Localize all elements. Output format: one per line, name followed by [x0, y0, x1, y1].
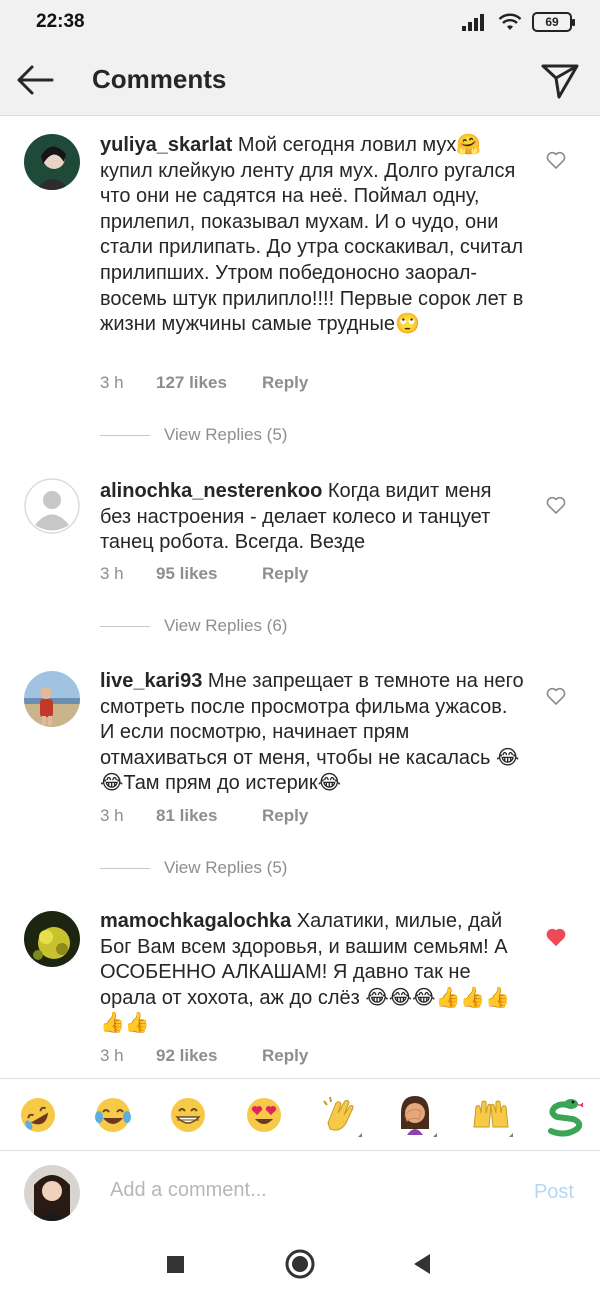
heart-filled-icon	[546, 928, 566, 946]
comment-meta: 3 h 81 likes Reply	[100, 806, 308, 826]
comment-text: alinochka_nesterenkoo Когда видит меня б…	[100, 479, 525, 556]
share-button[interactable]	[538, 58, 582, 102]
current-user-avatar	[24, 1165, 80, 1221]
status-icons: 69	[462, 12, 575, 32]
page-title: Comments	[92, 64, 227, 94]
heart-outline-icon	[546, 151, 566, 169]
avatar[interactable]	[24, 911, 80, 967]
divider	[100, 434, 150, 436]
view-replies[interactable]: View Replies (5)	[100, 425, 287, 445]
comment-username[interactable]: mamochkagalochka	[100, 910, 291, 932]
like-button[interactable]	[544, 493, 568, 517]
snake-icon[interactable]	[543, 1093, 587, 1137]
like-button[interactable]	[544, 148, 568, 172]
signal-icon	[462, 14, 484, 31]
post-button[interactable]: Post	[534, 1181, 574, 1204]
comment-likes[interactable]: 92 likes	[156, 1046, 262, 1066]
divider	[100, 625, 150, 627]
comment-content: Мой сегодня ловил мух🤗 купил клейкую лен…	[100, 134, 524, 336]
like-button[interactable]	[544, 925, 568, 949]
recents-button[interactable]	[157, 1246, 193, 1282]
header: Comments	[0, 44, 600, 116]
battery-icon: 69	[532, 12, 575, 32]
comment-time: 3 h	[100, 1046, 124, 1065]
view-replies[interactable]: View Replies (5)	[100, 858, 287, 878]
paper-plane-icon	[541, 64, 579, 99]
avatar[interactable]	[24, 671, 80, 727]
comment-composer: Post	[0, 1150, 600, 1230]
avatar[interactable]	[24, 134, 80, 190]
view-replies-label: View Replies (5)	[164, 425, 288, 444]
woman-facepalming-icon[interactable]	[393, 1093, 437, 1137]
comment-meta: 3 h 127 likes Reply	[100, 373, 308, 393]
system-nav-bar	[0, 1230, 600, 1298]
heart-outline-icon	[546, 496, 566, 514]
tears-of-joy-icon[interactable]	[91, 1093, 135, 1137]
avatar-image	[24, 134, 80, 190]
wifi-icon	[498, 13, 522, 30]
avatar-image	[24, 911, 80, 967]
reply-button[interactable]: Reply	[262, 1046, 308, 1066]
reply-button[interactable]: Reply	[262, 564, 308, 584]
avatar-image	[24, 1165, 80, 1221]
rolling-on-floor-laughing-icon[interactable]	[16, 1093, 60, 1137]
comment-username[interactable]: live_kari93	[100, 670, 202, 692]
view-replies-label: View Replies (5)	[164, 858, 288, 877]
heart-outline-icon	[546, 687, 566, 705]
comment-likes[interactable]: 95 likes	[156, 564, 262, 584]
view-replies-label: View Replies (6)	[164, 616, 288, 635]
battery-level: 69	[545, 15, 559, 29]
circle-icon	[285, 1249, 315, 1279]
like-button[interactable]	[544, 684, 568, 708]
triangle-back-icon	[414, 1254, 430, 1274]
comment-time: 3 h	[100, 373, 124, 392]
clapping-hands-icon[interactable]	[318, 1093, 362, 1137]
raising-hands-icon[interactable]	[469, 1093, 513, 1137]
comment-meta: 3 h 95 likes Reply	[100, 564, 308, 584]
status-time: 22:38	[36, 11, 85, 32]
status-bar: 22:38 69	[0, 0, 600, 44]
comment-likes[interactable]: 127 likes	[156, 373, 262, 393]
heart-eyes-icon[interactable]	[242, 1093, 286, 1137]
comment-username[interactable]: yuliya_skarlat	[100, 134, 232, 156]
comment-text: yuliya_skarlat Мой сегодня ловил мух🤗 ку…	[100, 133, 525, 338]
home-button[interactable]	[282, 1246, 318, 1282]
emoji-bar	[0, 1078, 600, 1150]
back-arrow-icon	[17, 65, 54, 95]
divider	[100, 867, 150, 869]
comment-text: mamochkagalochka Халатики, милые, дай Бо…	[100, 909, 525, 1037]
comment-time: 3 h	[100, 564, 124, 583]
grinning-face-icon[interactable]	[166, 1093, 210, 1137]
comment-meta: 3 h 92 likes Reply	[100, 1046, 308, 1066]
square-icon	[167, 1256, 184, 1273]
avatar[interactable]	[24, 478, 80, 534]
comment-text: live_kari93 Мне запрещает в темноте на н…	[100, 669, 525, 797]
avatar-image	[24, 671, 80, 727]
reply-button[interactable]: Reply	[262, 806, 308, 826]
reply-button[interactable]: Reply	[262, 373, 308, 393]
comment-time: 3 h	[100, 806, 124, 825]
view-replies[interactable]: View Replies (6)	[100, 616, 287, 636]
default-avatar-icon	[24, 478, 80, 534]
back-nav-button[interactable]	[404, 1246, 440, 1282]
back-button[interactable]	[14, 58, 58, 102]
comment-username[interactable]: alinochka_nesterenkoo	[100, 480, 322, 502]
comment-input[interactable]	[110, 1179, 510, 1202]
comment-likes[interactable]: 81 likes	[156, 806, 262, 826]
